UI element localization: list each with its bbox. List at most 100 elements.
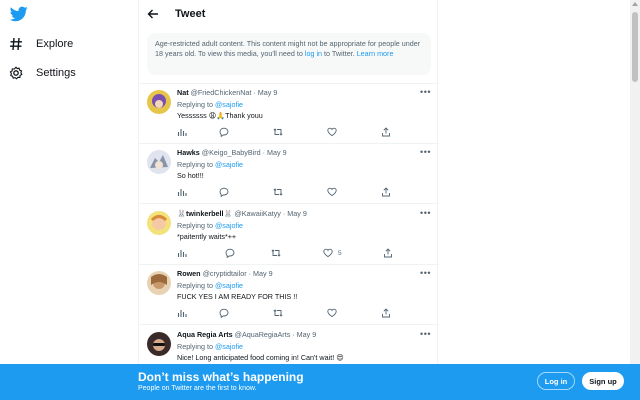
scroll-up-arrow-icon[interactable]	[632, 2, 638, 6]
avatar[interactable]	[147, 332, 171, 356]
reply-button[interactable]	[225, 247, 235, 259]
retweet-button[interactable]	[273, 307, 283, 319]
analytics-button[interactable]	[177, 307, 187, 319]
analytics-button[interactable]	[177, 186, 187, 198]
main-column: Tweet Age-restricted adult content. This…	[138, 0, 439, 400]
retweet-icon	[273, 188, 283, 196]
reply-button[interactable]	[219, 307, 229, 319]
replying-to-link[interactable]: @sajofie	[215, 221, 243, 230]
retweet-icon	[271, 249, 281, 257]
share-icon	[382, 187, 390, 197]
replying-to-link[interactable]: @sajofie	[215, 160, 243, 169]
more-options-icon[interactable]: •••	[420, 208, 431, 218]
more-options-icon[interactable]: •••	[420, 147, 431, 157]
nav-item-settings[interactable]: Settings	[8, 61, 76, 85]
avatar[interactable]	[147, 211, 171, 235]
display-name[interactable]: 🐰twinkerbell🐰	[177, 209, 232, 218]
scrollbar[interactable]	[630, 0, 640, 364]
like-button[interactable]: 5	[323, 247, 342, 259]
replying-prefix: Replying to	[177, 100, 215, 109]
nav-item-label: Explore	[36, 38, 74, 50]
display-name[interactable]: Hawks	[177, 148, 200, 157]
reply-tweet[interactable]: 🐰twinkerbell🐰 @KawaiiKatyy · May 9 ••• R…	[139, 207, 439, 267]
retweet-button[interactable]	[273, 126, 283, 138]
nav-item-explore[interactable]: Explore	[8, 32, 73, 56]
tweet-header: Rowen @cryptidtailor · May 9	[177, 269, 273, 278]
login-button[interactable]: Log in	[537, 372, 575, 390]
heart-icon	[327, 308, 337, 318]
analytics-button[interactable]	[177, 126, 187, 138]
back-arrow-icon[interactable]	[147, 8, 159, 20]
more-options-icon[interactable]: •••	[420, 87, 431, 97]
replying-prefix: Replying to	[177, 342, 215, 351]
timestamp[interactable]: · May 9	[292, 330, 316, 339]
share-button[interactable]	[381, 126, 391, 138]
reply-button[interactable]	[219, 126, 229, 138]
heart-icon	[323, 248, 333, 258]
handle[interactable]: @AquaRegiaArts	[235, 330, 291, 339]
left-nav: Explore Settings	[0, 0, 138, 400]
page-title: Tweet	[175, 8, 206, 20]
reply-tweet[interactable]: Nat @FriedChickenNat · May 9 ••• Replyin…	[139, 86, 439, 146]
tweet-text: Nice! Long anticipated food coming in! C…	[177, 353, 344, 362]
display-name[interactable]: Aqua Regia Arts	[177, 330, 233, 339]
avatar[interactable]	[147, 90, 171, 114]
display-name[interactable]: Nat	[177, 88, 189, 97]
display-name[interactable]: Rowen	[177, 269, 201, 278]
handle[interactable]: @KawaiiKatyy	[234, 209, 280, 218]
analytics-icon	[177, 129, 187, 136]
timestamp[interactable]: · May 9	[253, 88, 277, 97]
share-button[interactable]	[383, 247, 393, 259]
timestamp[interactable]: · May 9	[263, 148, 287, 157]
reply-tweet[interactable]: Rowen @cryptidtailor · May 9 ••• Replyin…	[139, 267, 439, 327]
learn-more-link[interactable]: Learn more	[357, 49, 394, 58]
divider	[139, 203, 439, 204]
avatar[interactable]	[147, 150, 171, 174]
reply-tweet[interactable]: Hawks @Keigo_BabyBird · May 9 ••• Replyi…	[139, 146, 439, 206]
avatar[interactable]	[147, 271, 171, 295]
banner-headline: Don’t miss what’s happening	[138, 370, 304, 384]
share-button[interactable]	[381, 307, 391, 319]
replying-to: Replying to @sajofie	[177, 100, 243, 109]
analytics-button[interactable]	[177, 247, 187, 259]
share-icon	[382, 308, 390, 318]
reply-icon	[219, 187, 229, 197]
reply-button[interactable]	[219, 186, 229, 198]
tweet-header: Aqua Regia Arts @AquaRegiaArts · May 9	[177, 330, 316, 339]
timestamp[interactable]: · May 9	[249, 269, 273, 278]
share-button[interactable]	[381, 186, 391, 198]
more-options-icon[interactable]: •••	[420, 329, 431, 339]
replying-to: Replying to @sajofie	[177, 160, 243, 169]
retweet-button[interactable]	[273, 186, 283, 198]
analytics-icon	[177, 250, 187, 257]
replying-to-link[interactable]: @sajofie	[215, 281, 243, 290]
like-button[interactable]	[327, 186, 342, 198]
replying-prefix: Replying to	[177, 221, 215, 230]
replying-to-link[interactable]: @sajofie	[215, 342, 243, 351]
banner-subtext: People on Twitter are the first to know.	[138, 385, 257, 392]
replying-to-link[interactable]: @sajofie	[215, 100, 243, 109]
like-button[interactable]	[327, 126, 342, 138]
notice-text-mid: to Twitter.	[322, 49, 357, 58]
divider	[139, 264, 439, 265]
retweet-button[interactable]	[271, 247, 281, 259]
tweet-text: So hot!!!	[177, 171, 204, 180]
replying-prefix: Replying to	[177, 160, 215, 169]
tweet-actions	[177, 307, 427, 319]
signup-button[interactable]: Sign up	[582, 372, 624, 390]
login-link[interactable]: log in	[305, 49, 322, 58]
timestamp[interactable]: · May 9	[283, 209, 307, 218]
like-count: 5	[338, 249, 342, 257]
more-options-icon[interactable]: •••	[420, 268, 431, 278]
like-button[interactable]	[327, 307, 342, 319]
handle[interactable]: @Keigo_BabyBird	[202, 148, 261, 157]
handle[interactable]: @cryptidtailor	[203, 269, 247, 278]
handle[interactable]: @FriedChickenNat	[191, 88, 252, 97]
divider	[139, 83, 439, 84]
replying-to: Replying to @sajofie	[177, 221, 243, 230]
divider	[139, 324, 439, 325]
twitter-bird-icon[interactable]	[10, 6, 28, 22]
analytics-icon	[177, 310, 187, 317]
scrollbar-thumb[interactable]	[632, 12, 638, 82]
tweet-actions	[177, 186, 427, 198]
